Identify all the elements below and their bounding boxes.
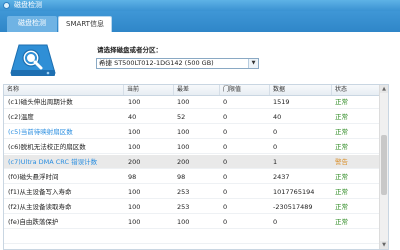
cell-name [8,230,122,244]
cell-status: 正常 [335,203,348,211]
cell-name: (c5)当前待映射扇区数 [8,128,73,136]
disk-magnifier-icon [10,44,56,76]
column-header-threshold[interactable]: 门限值 [220,85,270,95]
cell-current: 100 [128,128,141,136]
table-row[interactable]: (c1)磁头伸出周期计数 100 100 0 1519 正常 [4,95,381,109]
cell-threshold: 0 [223,128,228,136]
cell-current: 100 [128,218,141,226]
cell-data: 1 [273,158,278,166]
cell-worst: 100 [177,128,190,136]
cell-current: 200 [128,158,141,166]
cell-data: 0 [273,143,278,151]
cell-status: 警告 [335,158,348,166]
cell-status [335,230,379,244]
cell-worst: 98 [177,173,186,181]
disk-select-value: 希捷 ST500LT012-1DG142 (500 GB) [99,59,214,67]
cell-threshold: 0 [223,218,228,226]
cell-name: (f1)从主设备写入寿命 [8,188,72,196]
cell-worst: 100 [177,98,190,106]
title-bar: 磁盘检测 [0,0,400,11]
cell-data: 40 [273,113,282,121]
cell-name: (c2)温度 [8,113,34,121]
column-header-status[interactable]: 状态 [332,85,381,95]
cell-current: 100 [128,203,141,211]
cell-data: 0 [273,218,278,226]
cell-name: (fe)自由跌落保护 [8,218,59,226]
cell-current: 100 [128,143,141,151]
cell-worst: 100 [177,218,190,226]
cell-name: (c6)脱机无法校正的扇区数 [8,143,86,151]
table-row[interactable]: (c5)当前待映射扇区数 100 100 0 0 正常 [4,125,381,139]
cell-threshold: 0 [223,98,228,106]
cell-status: 正常 [335,143,348,151]
cell-threshold: 0 [223,203,228,211]
cell-name: (c1)磁头伸出周期计数 [8,98,73,106]
column-header-name[interactable]: 名称 [4,85,124,95]
column-header-current[interactable]: 当前 [124,85,174,95]
cell-worst: 100 [177,143,190,151]
table-row[interactable]: (fe)自由跌落保护 100 100 0 0 正常 [4,215,381,229]
table-row[interactable]: (c6)脱机无法校正的扇区数 100 100 0 0 正常 [4,140,381,154]
cell-current: 98 [128,173,137,181]
table-row[interactable]: (c2)温度 40 52 0 40 正常 [4,110,381,124]
column-header-worst[interactable]: 最差 [174,85,220,95]
disk-app-icon [3,2,10,9]
cell-threshold: 0 [223,158,228,166]
cell-worst: 52 [177,113,186,121]
cell-worst [177,230,219,244]
cell-current: 100 [128,188,141,196]
table-row[interactable]: (f2)从主设备读取寿命 100 253 0 -230517489 正常 [4,200,381,214]
scroll-thumb[interactable] [381,135,387,195]
cell-threshold [223,230,269,244]
cell-worst: 200 [177,158,190,166]
table-row[interactable]: (c7)Ultra DMA CRC 错误计数 200 200 0 1 警告 [4,155,381,169]
cell-data: 2437 [273,173,290,181]
cell-threshold: 0 [223,143,228,151]
cell-name: (c7)Ultra DMA CRC 错误计数 [8,158,98,166]
cell-status: 正常 [335,98,348,106]
disk-select-label: 请选择磁盘或者分区： [97,46,162,54]
cell-status: 正常 [335,188,348,196]
cell-threshold: 0 [223,188,228,196]
cell-status: 正常 [335,128,348,136]
cell-current [128,230,172,244]
cell-data: 0 [273,128,278,136]
table-row[interactable]: (f0)磁头悬浮时间 98 98 0 2437 正常 [4,170,381,184]
table-scrollbar[interactable]: ▲ ▼ [379,85,388,249]
tab-disk-check[interactable]: 磁盘检测 [7,16,57,32]
cell-status: 正常 [335,173,348,181]
disk-select-dropdown[interactable]: 希捷 ST500LT012-1DG142 (500 GB) ▼ [96,58,259,69]
smart-table: 名称 当前 最差 门限值 数据 状态 (c1)磁头伸出周期计数 100 100 0 15… [3,84,389,250]
tab-smart-info[interactable]: SMART信息 [58,16,112,32]
cell-threshold: 0 [223,173,228,181]
cell-data: -230517489 [273,203,313,211]
cell-data [273,230,331,244]
window-title: 磁盘检测 [14,1,42,9]
cell-threshold: 0 [223,113,228,121]
cell-data: 1017765194 [273,188,315,196]
cell-status: 正常 [335,113,348,121]
cell-current: 40 [128,113,137,121]
table-body: (c1)磁头伸出周期计数 100 100 0 1519 正常 (c2)温度 40 52 0 40 正常… [4,95,381,249]
cell-current: 100 [128,98,141,106]
table-row[interactable]: (f1)从主设备写入寿命 100 253 0 1017765194 正常 [4,185,381,199]
scroll-up-icon[interactable]: ▲ [380,85,388,93]
cell-data: 1519 [273,98,290,106]
cell-name: (f2)从主设备读取寿命 [8,203,72,211]
column-header-data[interactable]: 数据 [270,85,332,95]
table-row[interactable] [4,230,381,244]
cell-worst: 253 [177,203,190,211]
cell-worst: 253 [177,188,190,196]
tab-bar: 磁盘检测 SMART信息 [0,11,400,32]
cell-status: 正常 [335,218,348,226]
cell-name: (f0)磁头悬浮时间 [8,173,59,181]
smart-panel: 请选择磁盘或者分区： 希捷 ST500LT012-1DG142 (500 GB)… [0,32,400,250]
scroll-down-icon[interactable]: ▼ [380,241,388,249]
chevron-down-icon[interactable]: ▼ [248,59,258,68]
